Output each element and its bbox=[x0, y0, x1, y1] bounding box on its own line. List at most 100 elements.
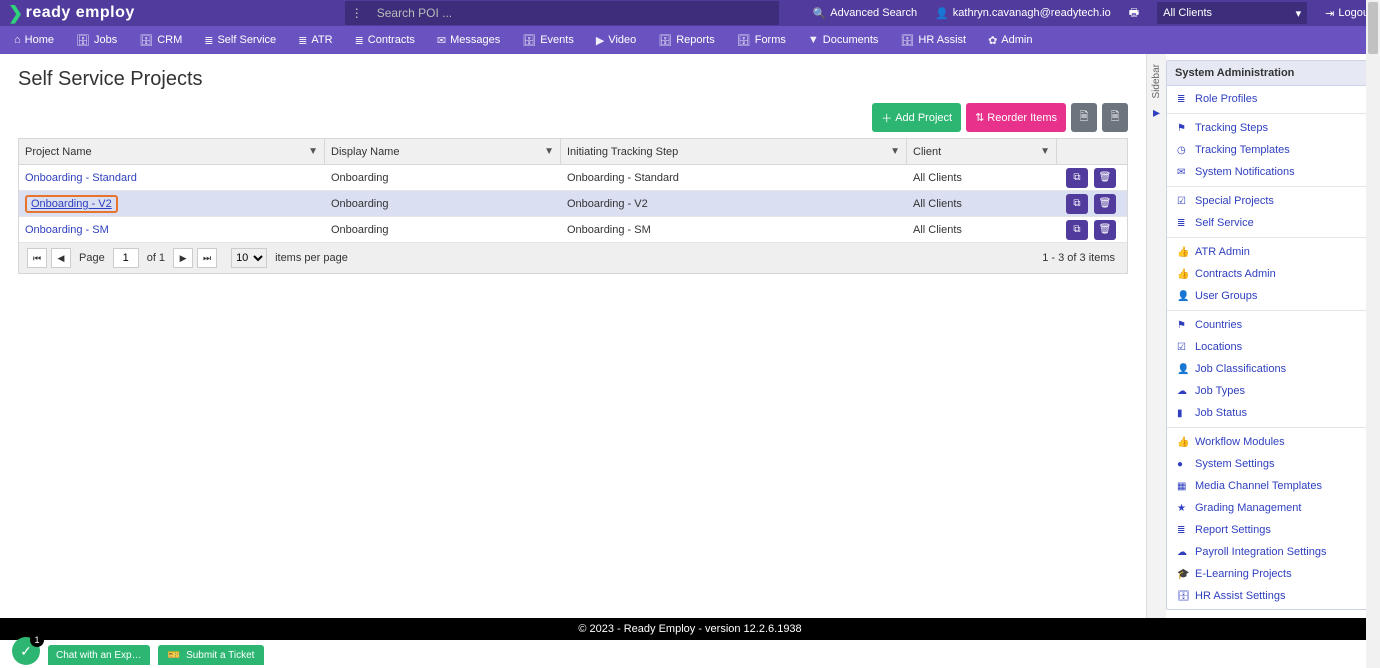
pager-prev[interactable]: ◀ bbox=[51, 248, 71, 268]
nav-item-crm[interactable]: 🗄CRM bbox=[139, 34, 182, 47]
scrollbar[interactable] bbox=[1366, 0, 1380, 668]
copy-button[interactable]: ⧉ bbox=[1066, 168, 1088, 188]
advanced-search-link[interactable]: 🔍 Advanced Search bbox=[813, 7, 918, 20]
link-label: Tracking Templates bbox=[1195, 144, 1290, 156]
sidebar-link-countries[interactable]: ⚑Countries bbox=[1167, 314, 1373, 336]
delete-button[interactable]: 🗑 bbox=[1094, 194, 1116, 214]
nav-item-contracts[interactable]: ≣Contracts bbox=[355, 34, 415, 47]
nav-item-events[interactable]: 🗄Events bbox=[522, 34, 574, 47]
nav-item-home[interactable]: ⌂Home bbox=[14, 34, 54, 46]
reorder-icon: ⇅ bbox=[975, 111, 984, 124]
export-button-2[interactable]: 🗎 bbox=[1102, 103, 1128, 132]
sidebar-link-contracts-admin[interactable]: 👍Contracts Admin bbox=[1167, 263, 1373, 285]
search-input[interactable] bbox=[369, 1, 779, 25]
filter-icon[interactable]: ▼ bbox=[890, 146, 900, 157]
link-icon: ★ bbox=[1177, 503, 1189, 514]
sidebar-link-atr-admin[interactable]: 👍ATR Admin bbox=[1167, 241, 1373, 263]
sidebar-link-user-groups[interactable]: 👤User Groups bbox=[1167, 285, 1373, 307]
submit-ticket-button[interactable]: 🎫 Submit a Ticket bbox=[158, 645, 265, 665]
cell-initiating-step: Onboarding - V2 bbox=[561, 191, 907, 216]
sidebar-link-job-classifications[interactable]: 👤Job Classifications bbox=[1167, 358, 1373, 380]
add-project-button[interactable]: ＋ Add Project bbox=[872, 103, 961, 132]
sidebar-link-job-types[interactable]: ☁Job Types bbox=[1167, 380, 1373, 402]
link-icon: ☑ bbox=[1177, 342, 1189, 353]
nav-item-messages[interactable]: ✉Messages bbox=[437, 34, 500, 47]
col-initiating-step[interactable]: Initiating Tracking Step ▼ bbox=[561, 139, 907, 164]
sidebar-link-grading-management[interactable]: ★Grading Management bbox=[1167, 497, 1373, 519]
link-label: HR Assist Settings bbox=[1195, 590, 1285, 602]
print-button[interactable]: 🖶 bbox=[1129, 4, 1139, 23]
user-link[interactable]: 👤 kathryn.cavanagh@readytech.io bbox=[935, 7, 1111, 20]
filter-icon[interactable]: ▼ bbox=[1040, 146, 1050, 157]
sidebar-link-system-settings[interactable]: ●System Settings bbox=[1167, 453, 1373, 475]
chat-badge[interactable]: ✓ 1 bbox=[12, 637, 40, 665]
project-link[interactable]: Onboarding - Standard bbox=[25, 172, 137, 184]
sidebar-link-role-profiles[interactable]: ≣Role Profiles bbox=[1167, 88, 1373, 110]
export-button-1[interactable]: 🗎 bbox=[1071, 103, 1097, 132]
nav-label: Documents bbox=[823, 34, 879, 46]
sidebar-link-self-service[interactable]: ≣Self Service bbox=[1167, 212, 1373, 234]
pager-last[interactable]: ⏭ bbox=[197, 248, 217, 268]
delete-button[interactable]: 🗑 bbox=[1094, 168, 1116, 188]
nav-item-video[interactable]: ▶Video bbox=[596, 34, 636, 47]
link-label: Report Settings bbox=[1195, 524, 1271, 536]
pager-page-label: Page bbox=[79, 252, 105, 264]
pager-next[interactable]: ▶ bbox=[173, 248, 193, 268]
copy-button[interactable]: ⧉ bbox=[1066, 220, 1088, 240]
nav-icon: ▼ bbox=[808, 34, 819, 46]
pager-perpage-select[interactable]: 10 bbox=[231, 248, 267, 268]
scrollbar-thumb[interactable] bbox=[1368, 2, 1378, 54]
sidebar-link-media-channel-templates[interactable]: ▦Media Channel Templates bbox=[1167, 475, 1373, 497]
col-client[interactable]: Client ▼ bbox=[907, 139, 1057, 164]
link-label: Job Status bbox=[1195, 407, 1247, 419]
sidebar-link-locations[interactable]: ☑ Locations bbox=[1167, 336, 1373, 358]
nav-item-forms[interactable]: 🗄Forms bbox=[737, 34, 786, 47]
cell-display-name: Onboarding bbox=[325, 191, 561, 216]
delete-button[interactable]: 🗑 bbox=[1094, 220, 1116, 240]
project-link[interactable]: Onboarding - SM bbox=[25, 224, 109, 236]
sidebar-toggle[interactable]: Sidebar ▸ bbox=[1146, 54, 1166, 618]
nav-item-jobs[interactable]: 🗄Jobs bbox=[76, 34, 117, 47]
sidebar-link-report-settings[interactable]: ≣Report Settings bbox=[1167, 519, 1373, 541]
nav-label: Reports bbox=[676, 34, 715, 46]
nav-item-atr[interactable]: ≣ATR bbox=[298, 34, 332, 47]
nav-item-hr-assist[interactable]: 🗄HR Assist bbox=[900, 34, 966, 47]
nav-item-admin[interactable]: ✿Admin bbox=[988, 34, 1032, 47]
search-menu-button[interactable]: ⋮ bbox=[345, 1, 369, 25]
sidebar-link-tracking-templates[interactable]: ◷Tracking Templates bbox=[1167, 139, 1373, 161]
sidebar-link-workflow-modules[interactable]: 👍Workflow Modules bbox=[1167, 431, 1373, 453]
reorder-items-button[interactable]: ⇅ Reorder Items bbox=[966, 103, 1066, 132]
copy-button[interactable]: ⧉ bbox=[1066, 194, 1088, 214]
sidebar-link-hr-assist-settings[interactable]: 🗄 HR Assist Settings bbox=[1167, 585, 1373, 607]
pager-first[interactable]: ⏮ bbox=[27, 248, 47, 268]
nav-label: Messages bbox=[450, 34, 500, 46]
link-label: Payroll Integration Settings bbox=[1195, 546, 1326, 558]
sidebar-link-payroll-integration-settings[interactable]: ☁Payroll Integration Settings bbox=[1167, 541, 1373, 563]
chevron-down-icon: ▾ bbox=[1296, 7, 1302, 20]
nav-item-reports[interactable]: 🗄Reports bbox=[658, 34, 715, 47]
sidebar-link-tracking-steps[interactable]: ⚑Tracking Steps bbox=[1167, 117, 1373, 139]
client-select[interactable]: All Clients ▾ bbox=[1157, 2, 1307, 24]
cell-project-name: Onboarding - SM bbox=[19, 217, 325, 242]
filter-icon[interactable]: ▼ bbox=[308, 146, 318, 157]
col-display-name[interactable]: Display Name ▼ bbox=[325, 139, 561, 164]
logout-link[interactable]: ⇥ Logout bbox=[1325, 7, 1372, 20]
cell-initiating-step: Onboarding - Standard bbox=[561, 165, 907, 190]
chat-expert-button[interactable]: Chat with an Exp… bbox=[48, 645, 150, 665]
sidebar-link-job-status[interactable]: ▮Job Status bbox=[1167, 402, 1373, 424]
project-link[interactable]: Onboarding - V2 bbox=[25, 195, 118, 213]
sidebar-link-system-notifications[interactable]: ✉System Notifications bbox=[1167, 161, 1373, 183]
pager-page-input[interactable] bbox=[113, 248, 139, 268]
link-label: Locations bbox=[1195, 341, 1242, 353]
logo[interactable]: ❯ ready employ bbox=[8, 3, 135, 24]
nav-item-documents[interactable]: ▼ Documents bbox=[808, 34, 879, 46]
sidebar-link-e-learning-projects[interactable]: 🎓E-Learning Projects bbox=[1167, 563, 1373, 585]
filter-icon[interactable]: ▼ bbox=[544, 146, 554, 157]
link-icon: 🗄 bbox=[1177, 591, 1189, 602]
sidebar-link-special-projects[interactable]: ☑Special Projects bbox=[1167, 190, 1373, 212]
col-project-name[interactable]: Project Name ▼ bbox=[19, 139, 325, 164]
nav-item-self-service[interactable]: ≣Self Service bbox=[204, 34, 276, 47]
pager-per-label: items per page bbox=[275, 252, 348, 264]
col-label: Display Name bbox=[331, 146, 399, 158]
link-label: Job Classifications bbox=[1195, 363, 1286, 375]
